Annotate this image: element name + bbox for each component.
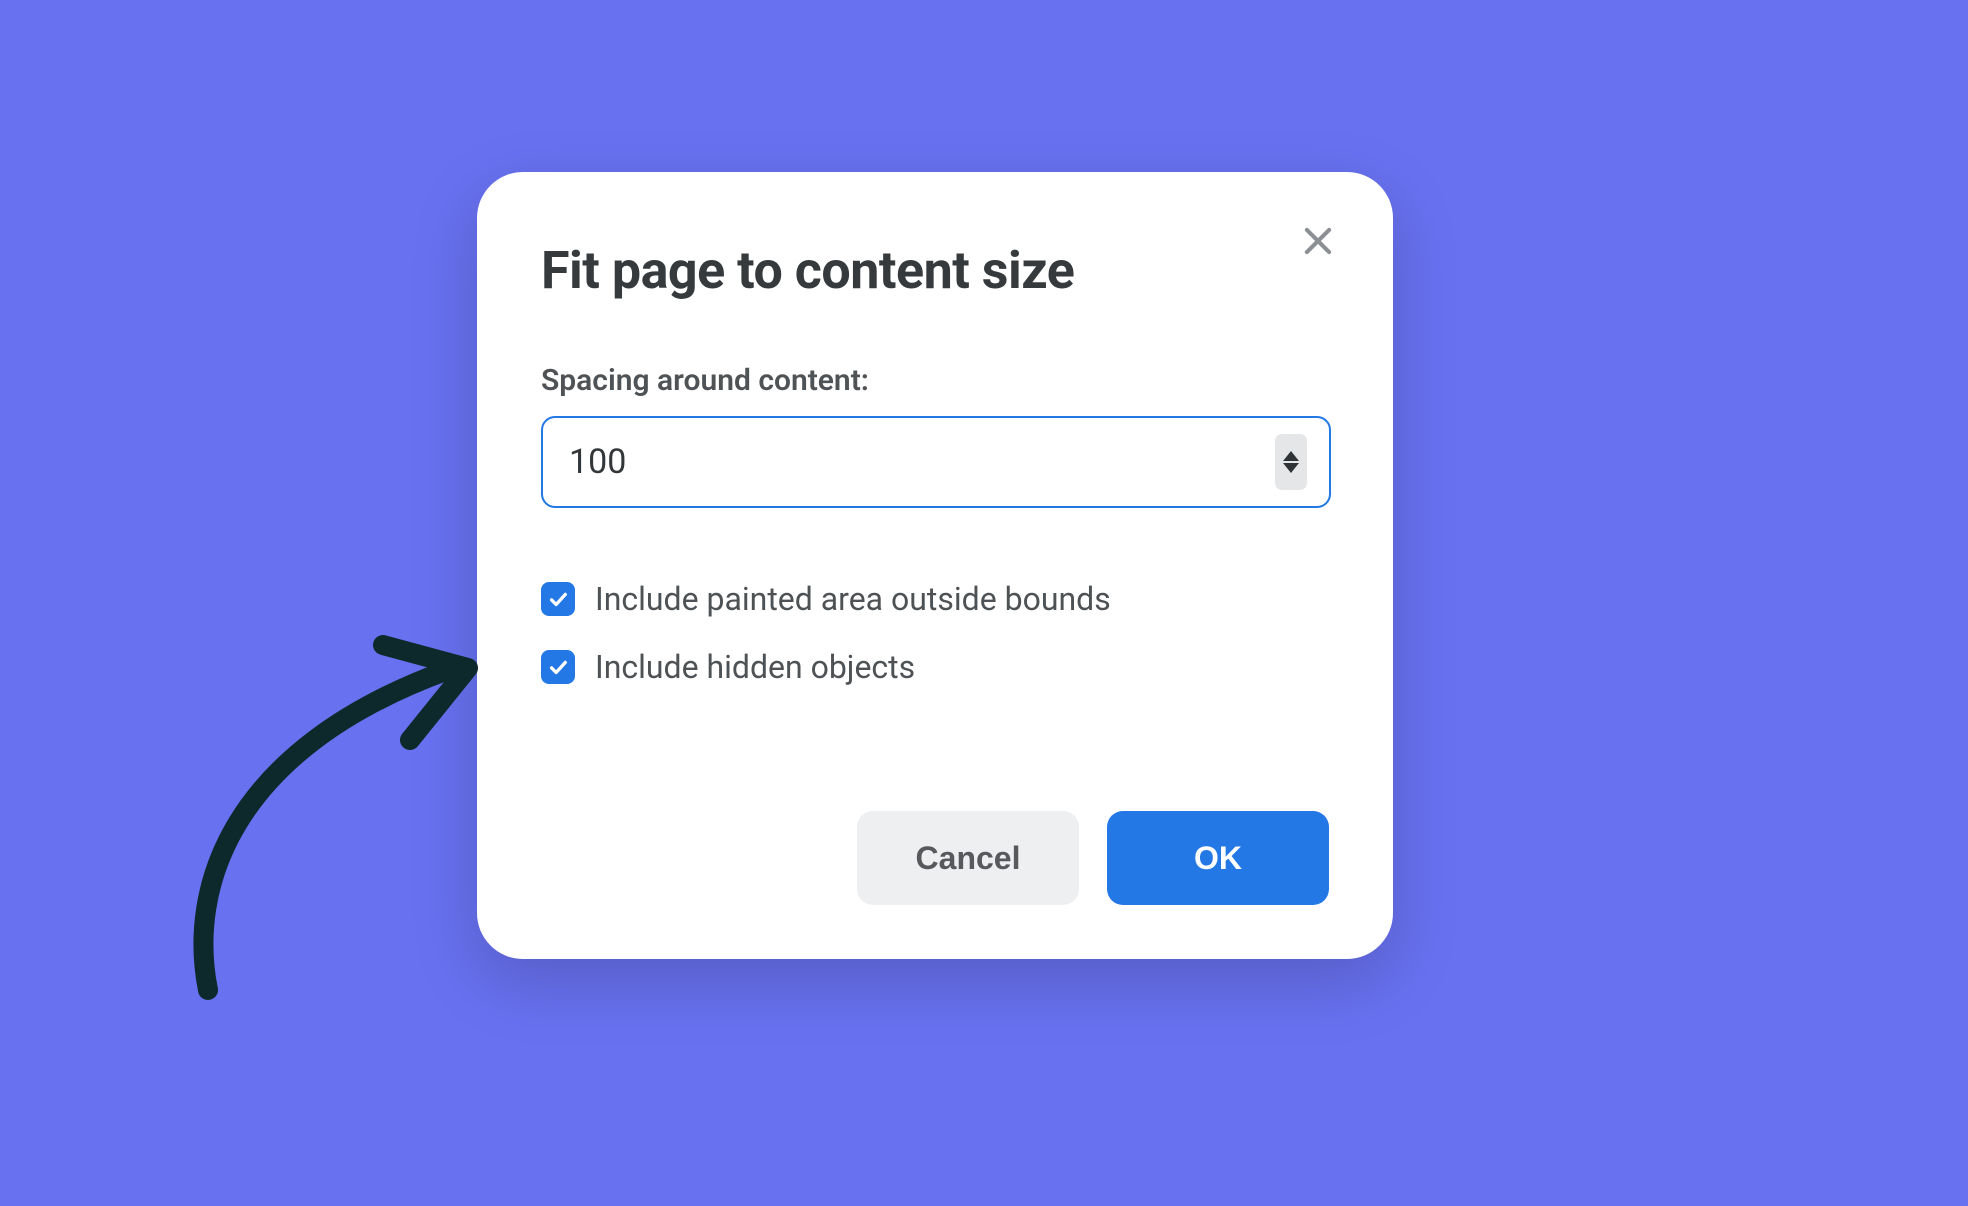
cancel-button[interactable]: Cancel <box>857 811 1079 905</box>
check-icon <box>547 588 569 610</box>
check-icon <box>547 656 569 678</box>
option-painted-area[interactable]: Include painted area outside bounds <box>541 580 1329 618</box>
checkbox-label: Include painted area outside bounds <box>595 580 1111 618</box>
fit-page-dialog: Fit page to content size Spacing around … <box>477 172 1393 959</box>
spacing-label: Spacing around content: <box>541 363 1329 398</box>
checkbox-painted-area[interactable] <box>541 582 575 616</box>
spacing-input[interactable]: 100 <box>541 416 1331 508</box>
checkbox-hidden-objects[interactable] <box>541 650 575 684</box>
option-hidden-objects[interactable]: Include hidden objects <box>541 648 1329 686</box>
options-group: Include painted area outside bounds Incl… <box>541 580 1329 686</box>
stepper-up-icon[interactable] <box>1283 451 1299 461</box>
dialog-buttons: Cancel OK <box>857 811 1329 905</box>
ok-button[interactable]: OK <box>1107 811 1329 905</box>
stepper-down-icon[interactable] <box>1283 463 1299 473</box>
checkbox-label: Include hidden objects <box>595 648 915 686</box>
spacing-value: 100 <box>569 442 1275 482</box>
dialog-title: Fit page to content size <box>541 240 1329 301</box>
number-stepper[interactable] <box>1275 434 1307 490</box>
close-icon[interactable] <box>1297 220 1339 262</box>
annotation-arrow-icon <box>158 610 508 1010</box>
